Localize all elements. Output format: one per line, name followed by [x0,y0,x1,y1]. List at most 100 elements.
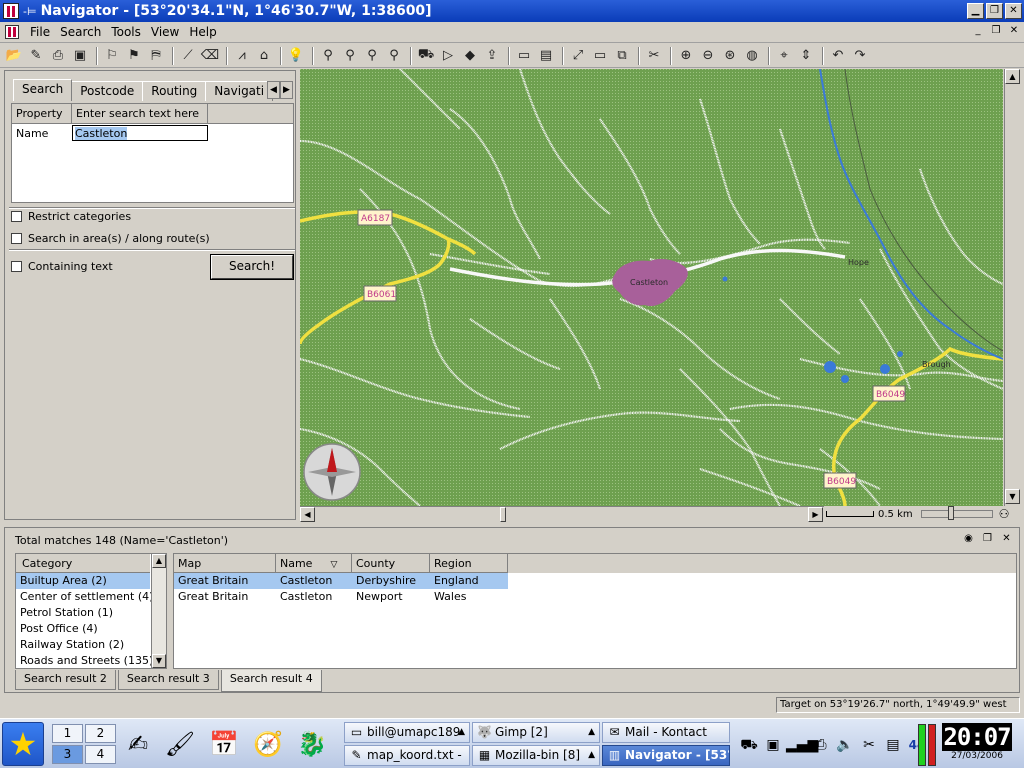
volume-icon[interactable]: 🔈 [834,734,856,756]
results-copy-icon[interactable]: ❐ [979,531,996,547]
desktop-4[interactable]: 4 [85,745,116,764]
zoom-slider-thumb[interactable] [947,506,954,520]
undo-icon[interactable]: ↶ [828,46,848,66]
tab-search[interactable]: Search [13,79,73,101]
edit-icon[interactable]: ✎ [26,46,46,66]
app-icon[interactable] [3,3,19,19]
scroll-left-icon[interactable]: ◀ [300,507,315,522]
eraser-icon[interactable]: ⌫ [200,46,220,66]
compass-app-icon[interactable]: 🧭 [252,728,284,760]
pin-add-icon[interactable]: ⚲ [318,46,338,66]
route-start-icon[interactable]: ⚐ [102,46,122,66]
clock[interactable]: 20:07 27/03/2006 [942,723,1012,765]
task-mozilla[interactable]: ▦ Mozilla-bin [8] ▲ [472,745,600,766]
north-icon[interactable]: ⇕ [796,46,816,66]
upload-icon[interactable]: ⇪ [482,46,502,66]
column-name[interactable]: Name ▽ [276,554,352,573]
open-icon[interactable]: 📂 [4,46,24,66]
center-icon[interactable]: ⌖ [774,46,794,66]
calendar-icon[interactable]: 📅 [208,728,240,760]
category-list[interactable]: Category Builtup Area (2) Center of sett… [15,553,167,669]
split-view-icon[interactable]: ▭ [514,46,534,66]
clear-icon[interactable]: ⌂ [254,46,274,66]
monitor-icon[interactable]: ▣ [762,734,784,756]
pin-group-icon[interactable]: ⚲ [362,46,382,66]
print-icon[interactable]: ⎙ [48,46,68,66]
mdi-close-button[interactable]: ✕ [1006,24,1022,40]
brush-icon[interactable]: 🖌 [164,728,196,760]
column-county[interactable]: County [352,554,430,573]
scroll-up-icon[interactable]: ▲ [152,554,166,568]
value-column-header[interactable]: Enter search text here [72,104,208,123]
record-icon[interactable]: ◆ [460,46,480,66]
light-bulb-icon[interactable]: 💡 [286,46,306,66]
task-mail[interactable]: ✉ Mail - Kontact [602,722,730,743]
task-gimp[interactable]: 🐺 Gimp [2] ▲ [472,722,600,743]
category-scrollbar[interactable]: ▲ ▼ [151,554,166,668]
list-item[interactable]: Roads and Streets (135) [16,653,153,669]
list-item[interactable]: Post Office (4) [16,621,150,637]
map-vertical-scrollbar[interactable]: ▲ ▼ [1004,69,1020,506]
property-column-header[interactable]: Property [12,104,72,123]
task-terminal[interactable]: ▭ bill@umapc189 ▲ [344,722,470,743]
play-icon[interactable]: ▷ [438,46,458,66]
containing-text-option[interactable]: Containing text [11,260,113,273]
zoom-in-icon[interactable]: ⊕ [676,46,696,66]
menu-help[interactable]: Help [184,25,221,39]
scroll-up-icon[interactable]: ▲ [1005,69,1020,84]
tab-postcode[interactable]: Postcode [71,81,144,101]
tab-search-result-3[interactable]: Search result 3 [117,670,219,690]
tools-icon[interactable]: ✂ [644,46,664,66]
results-close-icon[interactable]: ✕ [998,531,1015,547]
search-in-area-option[interactable]: Search in area(s) / along route(s) [11,232,210,245]
results-refresh-icon[interactable]: ◉ [960,531,977,547]
map-canvas[interactable]: A6187 B6061 B6049 B6049 Castleton Hope B… [300,69,1003,506]
desktop-1[interactable]: 1 [52,724,83,743]
column-map[interactable]: Map [174,554,276,573]
finish-flag-icon[interactable]: ⛿ [146,46,166,66]
zoom-area-icon[interactable]: ⊛ [720,46,740,66]
list-item[interactable]: Railway Station (2) [16,637,150,653]
list-item[interactable]: Builtup Area (2) [16,573,150,589]
cascade-icon[interactable]: ⧉ [612,46,632,66]
menu-tools[interactable]: Tools [106,25,146,39]
table-row[interactable]: Great Britain Castleton Newport Wales [174,589,1016,605]
task-text-file[interactable]: ✎ map_koord.txt - [344,745,470,766]
drive-icon[interactable]: ⛟ [416,46,436,66]
profile-icon[interactable]: ⩘ [232,46,252,66]
pin-icon[interactable]: -⊨ [23,5,37,18]
map-horizontal-scrollbar[interactable]: ◀ ▶ [300,506,824,522]
globe-icon[interactable]: ◍ [742,46,762,66]
tab-search-result-4[interactable]: Search result 4 [220,670,322,692]
list-item[interactable]: Center of settlement (4) [16,589,153,605]
mdi-restore-button[interactable]: ❐ [988,24,1004,40]
mdi-minimize-button[interactable]: _ [970,24,986,40]
search-button[interactable]: Search! [210,254,294,280]
minimize-button[interactable]: ▁ [967,3,984,19]
list-item[interactable]: Petrol Station (1) [16,605,150,621]
search-in-area-checkbox[interactable] [11,233,22,244]
tab-scroll-left-icon[interactable]: ◀ [267,81,280,99]
network-icon[interactable]: ⛟ [738,734,760,756]
redo-icon[interactable]: ↷ [850,46,870,66]
konqueror-icon[interactable]: 🐉 [296,728,328,760]
table-row[interactable]: Great Britain Castleton Derbyshire Engla… [174,573,1016,589]
task-navigator[interactable]: ▥ Navigator - [53° [602,745,730,766]
scroll-right-icon[interactable]: ▶ [808,507,823,522]
restrict-categories-checkbox[interactable] [11,211,22,222]
scroll-down-icon[interactable]: ▼ [152,654,166,668]
search-input[interactable]: Castleton [72,125,208,141]
desktop-2[interactable]: 2 [85,724,116,743]
display-icon[interactable]: ▤ [882,734,904,756]
pin-list-icon[interactable]: ⚲ [384,46,404,66]
editor-icon[interactable]: ✍ [122,728,154,760]
signal-icon[interactable]: ▂▄▆ [786,734,818,756]
tab-navigation[interactable]: Navigati [205,81,274,101]
fullscreen-icon[interactable]: ⤢ [568,46,588,66]
column-region[interactable]: Region [430,554,508,573]
panel-view-icon[interactable]: ▤ [536,46,556,66]
pin-move-icon[interactable]: ⚲ [340,46,360,66]
zoom-out-icon[interactable]: ⊖ [698,46,718,66]
printer-icon[interactable]: ⎙ [810,734,832,756]
map-view[interactable]: A6187 B6061 B6049 B6049 Castleton Hope B… [300,69,1003,506]
